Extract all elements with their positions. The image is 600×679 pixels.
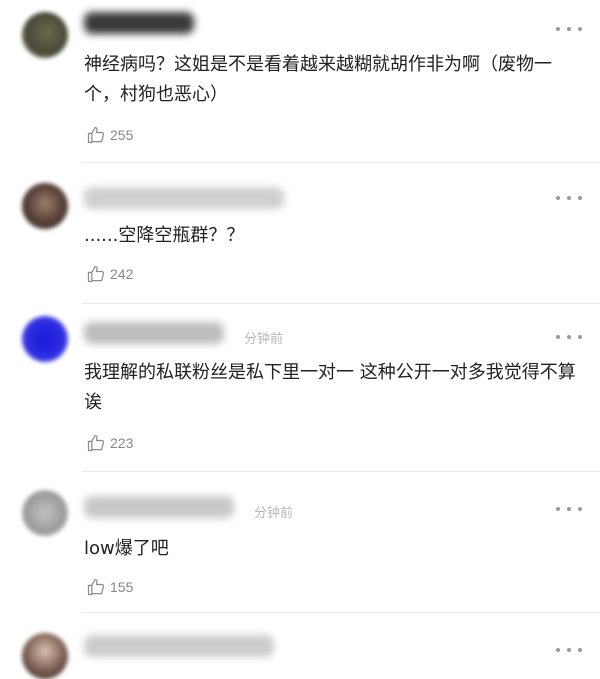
username[interactable] <box>84 187 284 209</box>
avatar[interactable] <box>22 183 68 229</box>
comment-item: ......空降空瓶群？？ 242 <box>0 163 600 303</box>
like-count: 242 <box>110 266 134 282</box>
thumb-up-icon <box>87 578 105 596</box>
more-dots-icon[interactable] <box>556 24 582 34</box>
comment-text: ......空降空瓶群？？ <box>84 225 245 246</box>
like-count: 255 <box>110 127 134 143</box>
thumb-up-icon <box>87 126 105 144</box>
username[interactable] <box>84 496 234 518</box>
like-count: 155 <box>110 579 134 595</box>
comment-text: low爆了吧 <box>84 538 169 559</box>
username[interactable] <box>84 12 194 34</box>
avatar[interactable] <box>22 633 68 679</box>
comment-item <box>0 613 600 679</box>
comment-text: 我理解的私联粉丝是私下里一对一 这种公开一对多我觉得不算诶 <box>84 362 576 413</box>
comment-item: 分钟前 我理解的私联粉丝是私下里一对一 这种公开一对多我觉得不算诶 223 <box>0 304 600 470</box>
thumb-up-icon <box>87 265 105 283</box>
like-button[interactable]: 223 <box>86 432 133 454</box>
username[interactable] <box>84 635 274 657</box>
more-dots-icon[interactable] <box>556 504 582 514</box>
avatar[interactable] <box>22 12 68 58</box>
comment-text: 神经病吗？这姐是不是看着越来越糊就胡作非为啊（废物一个，村狗也恶心） <box>84 54 552 105</box>
more-dots-icon[interactable] <box>556 645 582 655</box>
like-count: 223 <box>110 435 134 451</box>
more-dots-icon[interactable] <box>556 193 582 203</box>
avatar[interactable] <box>22 490 68 536</box>
comment-item: 分钟前 low爆了吧 155 <box>0 472 600 612</box>
timestamp: 分钟前 <box>244 332 284 347</box>
avatar[interactable] <box>22 316 68 362</box>
like-button[interactable]: 255 <box>86 124 133 146</box>
like-button[interactable]: 155 <box>86 576 133 598</box>
like-button[interactable]: 242 <box>86 263 133 285</box>
timestamp: 分钟前 <box>254 506 294 521</box>
username[interactable] <box>84 322 224 344</box>
more-dots-icon[interactable] <box>556 332 582 342</box>
comment-item: 神经病吗？这姐是不是看着越来越糊就胡作非为啊（废物一个，村狗也恶心） 255 <box>0 0 600 162</box>
thumb-up-icon <box>87 434 105 452</box>
